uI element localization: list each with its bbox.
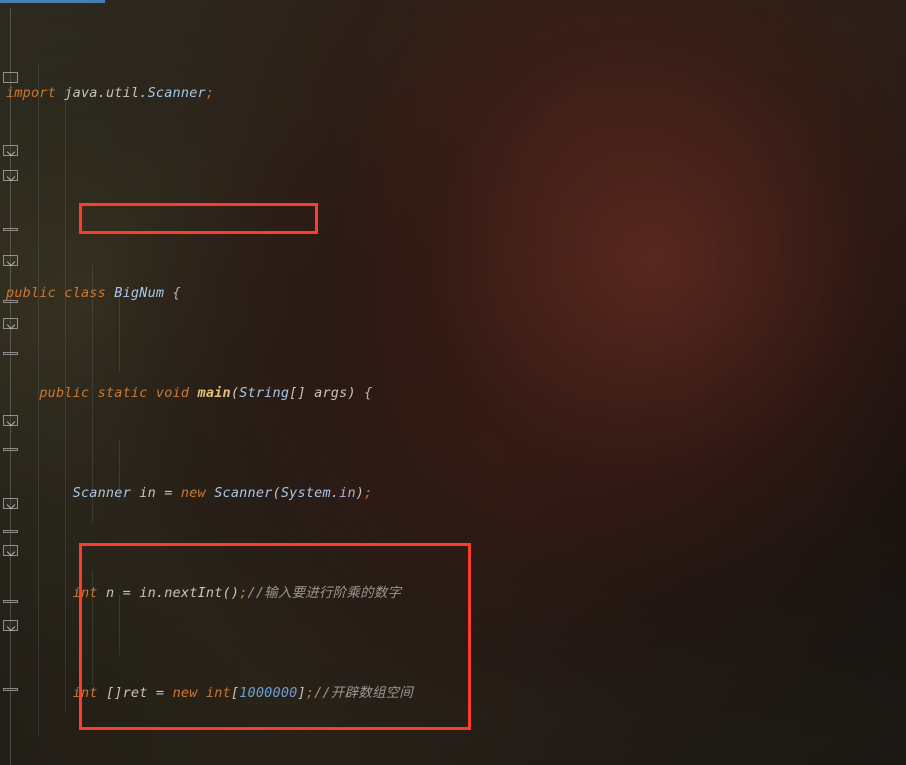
code-line[interactable]: public class BigNum { [0,281,906,306]
code-line[interactable] [0,181,906,206]
code-line[interactable]: import java.util.Scanner; [0,81,906,106]
code-line[interactable]: public static void main(String[] args) { [0,381,906,406]
top-progress-bar [0,0,105,3]
code-line[interactable]: Scanner in = new Scanner(System.in); [0,481,906,506]
code-line[interactable]: int n = in.nextInt();//输入要进行阶乘的数字 [0,581,906,606]
code-line[interactable]: int []ret = new int[1000000];//开辟数组空间 [0,681,906,706]
code-content[interactable]: import java.util.Scanner; public class B… [0,0,906,765]
code-editor[interactable]: import java.util.Scanner; public class B… [0,0,906,765]
